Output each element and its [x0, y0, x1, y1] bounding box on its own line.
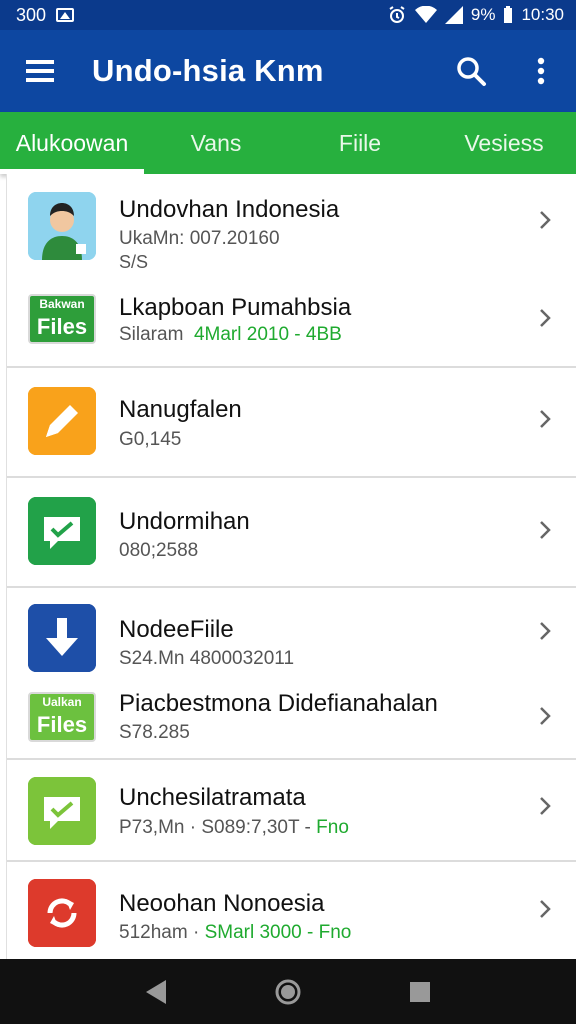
- item-title: Undormihan: [119, 508, 250, 535]
- status-bar: 300 9% 10:30: [0, 0, 576, 30]
- list-item[interactable]: Neoohan Nonoesia 512ham · SMarl 3000 - F…: [7, 862, 576, 959]
- item-subtitle: 080;2588: [119, 540, 199, 561]
- list-item[interactable]: Ualkan Files Piacbestmona Didefianahalan…: [7, 680, 576, 758]
- tab-3[interactable]: Vesiess: [432, 112, 576, 174]
- battery-percent: 9%: [470, 5, 496, 24]
- chevron-right-icon: [535, 702, 555, 730]
- item-title: Unchesilatramata: [119, 784, 306, 811]
- tab-bar: Alukoowan Vans Fiile Vesiess: [0, 112, 576, 174]
- chevron-right-icon: [535, 792, 555, 820]
- person-avatar-icon: [28, 192, 96, 260]
- recents-button[interactable]: [395, 967, 445, 1017]
- item-subtitle-2: S/S: [119, 252, 149, 272]
- system-nav-bar: [0, 959, 576, 1024]
- battery-icon: [504, 6, 513, 23]
- image-notification-icon: [56, 8, 75, 22]
- pencil-icon: [28, 387, 96, 455]
- menu-button[interactable]: [0, 30, 80, 112]
- app-list: Undovhan Indonesia UkaMn: 007.20160 S/S …: [6, 174, 576, 959]
- download-icon: [28, 604, 96, 672]
- list-item[interactable]: Bakwan Files Lkapboan Pumahbsia Silaram …: [7, 274, 576, 366]
- files-icon: Ualkan Files: [28, 692, 96, 742]
- status-time: 10:30: [521, 5, 564, 24]
- hamburger-menu-icon: [26, 60, 54, 82]
- chat-check-icon: [28, 497, 96, 565]
- home-circle-icon: [275, 979, 301, 1004]
- files-icon: Bakwan Files: [28, 294, 96, 344]
- chevron-right-icon: [535, 516, 555, 544]
- list-item[interactable]: NodeeFiile S24.Mn 4800032011: [7, 588, 576, 680]
- item-subtitle: G0,145: [119, 429, 182, 450]
- item-subtitle: S78.285: [119, 722, 190, 743]
- sync-icon: [28, 879, 96, 947]
- app-bar: Undo-hsia Knm: [0, 30, 576, 112]
- status-left-text: 300: [16, 4, 47, 25]
- search-button[interactable]: [436, 30, 506, 112]
- chevron-right-icon: [535, 304, 555, 332]
- app-title: Undo-hsia Knm: [92, 53, 324, 88]
- home-button[interactable]: [263, 967, 313, 1017]
- chevron-right-icon: [535, 206, 555, 234]
- item-title: Undovhan Indonesia: [119, 196, 340, 223]
- alarm-icon: [389, 6, 405, 23]
- chevron-right-icon: [535, 405, 555, 433]
- chevron-right-icon: [535, 895, 555, 923]
- recents-square-icon: [410, 981, 430, 1002]
- back-triangle-icon: [146, 979, 166, 1004]
- item-title: Neoohan Nonoesia: [119, 890, 325, 917]
- list-item[interactable]: Undormihan 080;2588: [7, 478, 576, 586]
- chat-check-icon: [28, 777, 96, 845]
- tab-1[interactable]: Vans: [144, 112, 288, 174]
- list-item[interactable]: Unchesilatramata P73,Mn · S089:7,30T - F…: [7, 760, 576, 860]
- item-title: NodeeFiile: [119, 616, 234, 643]
- item-title: Piacbestmona Didefianahalan: [119, 690, 438, 717]
- search-icon: [457, 57, 486, 86]
- chevron-right-icon: [535, 617, 555, 645]
- tab-2[interactable]: Fiile: [288, 112, 432, 174]
- item-title: Lkapboan Pumahbsia: [119, 294, 352, 321]
- item-subtitle: S24.Mn 4800032011: [119, 648, 295, 669]
- item-title: Nanugfalen: [119, 396, 242, 423]
- item-subtitle: Silaram 4Marl 2010 - 4BB: [119, 324, 342, 345]
- item-subtitle: 512ham · SMarl 3000 - Fno: [119, 922, 352, 943]
- list-item[interactable]: Nanugfalen G0,145: [7, 368, 576, 476]
- tab-0[interactable]: Alukoowan: [0, 112, 144, 174]
- more-vert-icon: [537, 57, 545, 85]
- item-subtitle: UkaMn: 007.20160: [119, 228, 280, 249]
- signal-icon: [444, 6, 463, 24]
- more-options-button[interactable]: [506, 30, 576, 112]
- list-item[interactable]: Undovhan Indonesia UkaMn: 007.20160 S/S: [7, 174, 576, 272]
- back-button[interactable]: [131, 967, 181, 1017]
- wifi-icon: [414, 6, 437, 23]
- item-subtitle: P73,Mn · S089:7,30T - Fno: [119, 817, 349, 838]
